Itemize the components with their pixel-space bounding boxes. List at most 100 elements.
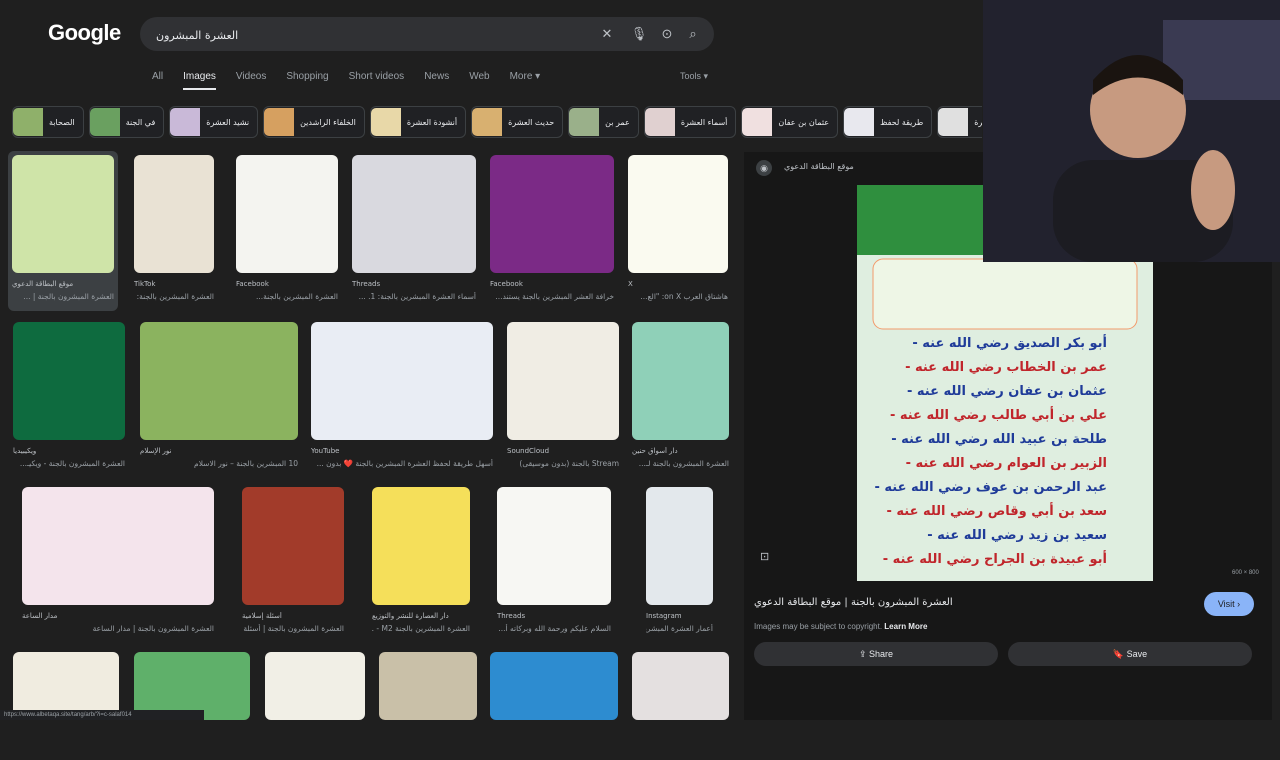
save-button[interactable]: 🔖 Save <box>1008 642 1252 666</box>
image-result[interactable]: TikTok العشرة المبشرين بالجنة: فـ... <box>134 155 214 313</box>
result-title[interactable]: العشرة المبشرون بالجنة لـ... <box>632 459 729 468</box>
image-result[interactable]: Instagram أعمار العشرة المبشرين بال... <box>646 487 713 645</box>
image-result[interactable]: Threads أسماء العشرة المبشرين بالجنة: 1. … <box>352 155 476 313</box>
image-result[interactable]: Facebook خرافة العشر المبشرين بالجنة يستن… <box>490 155 614 313</box>
result-thumbnail[interactable] <box>13 322 125 440</box>
related-chip[interactable]: الخلفاء الراشدين <box>263 106 365 138</box>
result-thumbnail[interactable] <box>265 652 365 720</box>
related-chip[interactable]: نشيد العشرة <box>169 106 259 138</box>
preview-image-line: - سعد بن أبي وقاص رضي الله عنه <box>886 502 1107 519</box>
result-thumbnail[interactable] <box>22 487 214 605</box>
result-thumbnail[interactable] <box>140 322 298 440</box>
result-thumbnail[interactable] <box>12 155 114 273</box>
close-icon[interactable]: ✕ <box>598 25 616 43</box>
image-result[interactable] <box>490 652 618 760</box>
result-thumbnail[interactable] <box>628 155 728 273</box>
tools-button[interactable]: Tools ▾ <box>680 71 708 82</box>
chip-label: عثمان بن عفان <box>778 117 830 127</box>
result-title[interactable]: العشرة المبشرون بالجنة | ... <box>12 292 114 301</box>
result-title[interactable]: العشرة المبشرون بالجنة | مدار الساعة <box>22 624 214 633</box>
tab-short-videos[interactable]: Short videos <box>349 70 405 90</box>
camera-search-icon[interactable]: ⊙ <box>658 25 676 43</box>
result-source: Instagram <box>646 612 682 620</box>
result-thumbnail[interactable] <box>311 322 493 440</box>
image-result[interactable] <box>379 652 477 760</box>
image-result[interactable]: SoundCloud Stream بالجنة (بدون موسيقى) <box>507 322 619 480</box>
image-result[interactable]: ويكيبيديا العشرة المبشرون بالجنة - ويكيـ.… <box>13 322 125 480</box>
result-thumbnail[interactable] <box>507 322 619 440</box>
image-result[interactable] <box>265 652 365 760</box>
tab-images[interactable]: Images <box>183 70 216 90</box>
image-result[interactable]: YouTube أسهل طريقة لحفظ العشرة المبشرين ب… <box>311 322 493 480</box>
image-result[interactable]: أسئلة إسلامية العشرة المبشرون بالجنة | أس… <box>242 487 344 645</box>
image-result[interactable] <box>632 652 729 760</box>
result-thumbnail[interactable] <box>372 487 470 605</box>
related-chip[interactable]: حديث العشرة <box>471 106 564 138</box>
result-title[interactable]: هاشتاق العرب on X: "الع... <box>628 292 728 301</box>
related-chip[interactable]: عثمان بن عفان <box>741 106 839 138</box>
result-title[interactable]: 10 المبشرين بالجنة – نور الاسلام <box>140 459 298 468</box>
result-source: Threads <box>497 612 526 620</box>
result-thumbnail[interactable] <box>490 155 614 273</box>
tab-shopping[interactable]: Shopping <box>286 70 328 90</box>
image-result[interactable]: دار أسواق حنين العشرة المبشرون بالجنة لـ.… <box>632 322 729 480</box>
related-chip[interactable]: العشرة <box>937 106 982 138</box>
image-result[interactable]: Threads السلام عليكم ورحمة الله وبركاته أ… <box>497 487 611 645</box>
result-title[interactable]: العشرة المبشرون بالجنة | أسئلة ... <box>242 624 344 633</box>
tab-videos[interactable]: Videos <box>236 70 266 90</box>
image-result[interactable] <box>13 652 119 760</box>
related-chip[interactable]: عمر بن <box>568 106 639 138</box>
search-bar[interactable]: ✕ 🎙 ⊙ ⌕ <box>140 17 714 51</box>
visit-button[interactable]: Visit › <box>1204 592 1254 616</box>
related-chip[interactable]: أنشودة العشرة <box>369 106 467 138</box>
image-result[interactable]: موقع البطاقة الدعوي العشرة المبشرون بالجن… <box>12 155 114 313</box>
result-title[interactable]: أسماء العشرة المبشرين بالجنة: 1. ... <box>352 292 476 301</box>
result-thumbnail[interactable] <box>646 487 713 605</box>
image-result[interactable]: مدار الساعة العشرة المبشرون بالجنة | مدار… <box>22 487 214 645</box>
google-logo[interactable]: Google <box>48 20 121 46</box>
search-icon[interactable]: ⌕ <box>684 25 702 43</box>
result-thumbnail[interactable] <box>632 652 729 720</box>
result-thumbnail[interactable] <box>242 487 344 605</box>
result-thumbnail[interactable] <box>632 322 729 440</box>
tab-web[interactable]: Web <box>469 70 489 90</box>
result-source: Facebook <box>490 280 523 288</box>
preview-title[interactable]: العشرة المبشرون بالجنة | موقع البطاقة ال… <box>754 597 1254 608</box>
result-thumbnail[interactable] <box>490 652 618 720</box>
image-result[interactable]: دار العصارة للنشر والتوزيع العشرة المبشري… <box>372 487 470 645</box>
result-thumbnail[interactable] <box>379 652 477 720</box>
result-thumbnail[interactable] <box>236 155 338 273</box>
result-title[interactable]: العشرة المبشرين بالجنة... <box>236 292 338 301</box>
result-title[interactable]: السلام عليكم ورحمة الله وبركاته أ... <box>497 624 611 633</box>
related-chip[interactable]: أسماء العشرة <box>643 106 737 138</box>
result-title[interactable]: العشرة المبشرين بالجنة M2 - ... <box>372 624 470 633</box>
result-thumbnail[interactable] <box>352 155 476 273</box>
image-result[interactable]: X هاشتاق العرب on X: "الع... <box>628 155 728 313</box>
result-title[interactable]: أسهل طريقة لحفظ العشرة المبشرين بالجنة ❤… <box>311 459 493 468</box>
lens-icon[interactable]: ⊡ <box>760 550 774 564</box>
tab-more[interactable]: More ▾ <box>510 70 541 90</box>
share-button[interactable]: ⇪ Share <box>754 642 998 666</box>
learn-more-link[interactable]: Learn More <box>884 622 927 631</box>
result-thumbnail[interactable] <box>134 155 214 273</box>
image-result[interactable]: نور الإسلام 10 المبشرين بالجنة – نور الاس… <box>140 322 298 480</box>
image-result[interactable] <box>134 652 250 760</box>
related-chip[interactable]: في الجنة <box>88 106 165 138</box>
related-chip[interactable]: الصحابة <box>12 106 84 138</box>
result-title[interactable]: خرافة العشر المبشرين بالجنة يستند... <box>490 292 614 301</box>
result-thumbnail[interactable] <box>497 487 611 605</box>
tab-all[interactable]: All <box>152 70 163 90</box>
result-source: ويكيبيديا <box>13 447 37 455</box>
result-title[interactable]: Stream بالجنة (بدون موسيقى) <box>507 459 619 468</box>
tab-news[interactable]: News <box>424 70 449 90</box>
result-title[interactable]: العشرة المبشرين بالجنة: فـ... <box>134 292 214 301</box>
result-title[interactable]: العشرة المبشرون بالجنة - ويكيـ... <box>13 459 125 468</box>
preview-site-name[interactable]: موقع البطاقة الدعوي <box>784 162 854 171</box>
image-result[interactable]: Facebook العشرة المبشرين بالجنة... <box>236 155 338 313</box>
chip-label: أنشودة العشرة <box>406 117 458 127</box>
microphone-icon[interactable]: 🎙 <box>630 25 648 43</box>
preview-image-line: - عبد الرحمن بن عوف رضي الله عنه <box>875 480 1108 495</box>
related-chip[interactable]: طريقة لحفظ <box>843 106 933 138</box>
search-input[interactable] <box>154 25 578 45</box>
result-title[interactable]: أعمار العشرة المبشرين بال... <box>646 624 713 633</box>
